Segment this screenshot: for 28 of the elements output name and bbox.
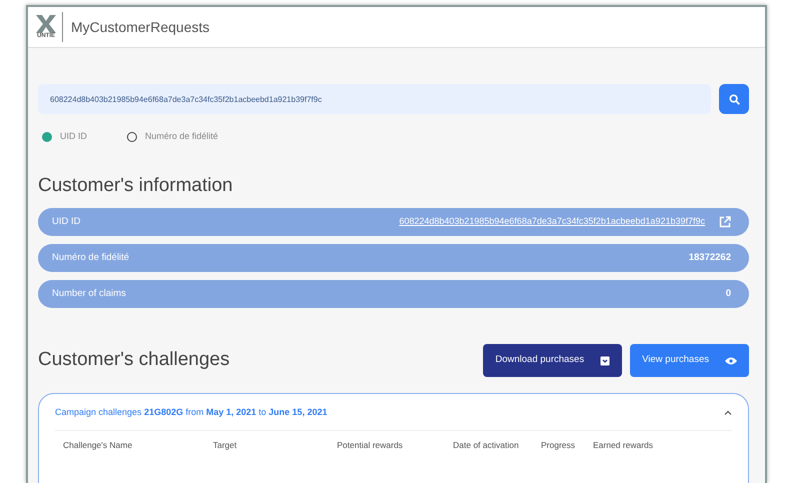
column-header: Potential rewards (337, 438, 404, 452)
info-label: UID ID (52, 214, 80, 229)
search-button[interactable] (719, 84, 749, 114)
download-button[interactable]: Download purchases (483, 344, 622, 377)
search-field[interactable]: 608224d8b403b21985b94e6f68a7de3a7c34fc35f2b1acbeebd1a921b39f7f9c (38, 84, 711, 114)
app-title: MyCustomerRequests (71, 18, 210, 37)
uid-link[interactable]: 608224d8b403b21985b94e6f68a7de3a7c34fc35f2b1acbeebd1a921b39f7f9c (399, 215, 705, 229)
info-value: 18372262 (688, 250, 731, 265)
eye-icon (725, 356, 737, 364)
column-header: Earned rewards (593, 438, 653, 452)
campaign-heading[interactable]: Campaign challenges 21G802G from May 1, 2021 to June 15, 2021 (55, 406, 328, 420)
download-icon (600, 356, 610, 366)
info-label: Number of claims (52, 286, 126, 301)
column-header: Challenge's Name (63, 438, 134, 452)
radio-option[interactable]: UID ID (42, 130, 127, 144)
chevron-icon[interactable] (724, 410, 732, 416)
column-header: Target (213, 438, 238, 452)
column-header: Progress (541, 438, 576, 452)
view-button[interactable]: View purchases (630, 344, 749, 377)
logo-icon (36, 15, 56, 33)
radio-option[interactable]: Numéro de fidélité (127, 130, 218, 144)
external-link-icon[interactable] (719, 216, 731, 228)
search-icon (728, 94, 740, 104)
info-label: Numéro de fidélité (52, 250, 130, 265)
section-title: Customer's challenges (38, 348, 230, 372)
section-title: Customer's information (38, 174, 234, 198)
info-value: 0 (726, 286, 731, 301)
column-header: Date of activation (453, 438, 520, 452)
